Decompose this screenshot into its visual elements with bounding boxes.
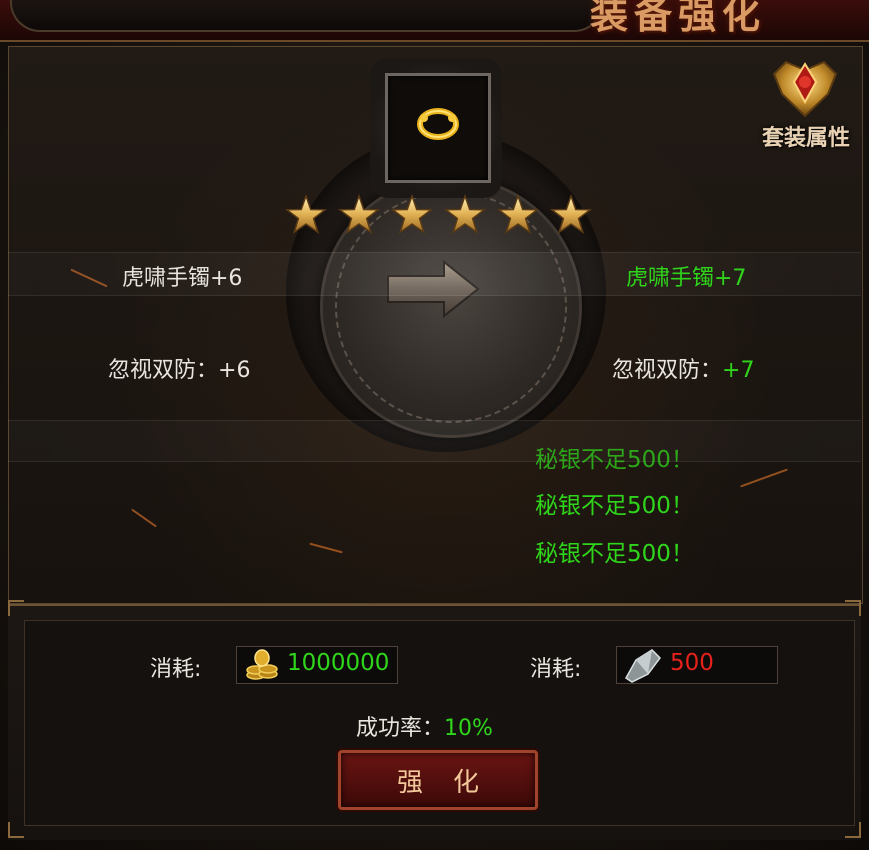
star-icon	[443, 193, 487, 235]
mithril-ore-icon	[625, 649, 661, 683]
next-item-name: 虎啸手镯+7	[626, 266, 747, 291]
warning-message: 秘银不足500！	[535, 541, 694, 567]
ember-spark	[740, 468, 788, 488]
star-icon	[337, 193, 381, 235]
divider-row	[8, 420, 861, 462]
mithril-cost-value: 500	[670, 650, 714, 676]
strengthen-button[interactable]: 强化	[338, 750, 538, 810]
ember-spark	[131, 508, 157, 528]
star-rating	[284, 193, 593, 235]
current-item-name: 虎啸手镯+6	[122, 266, 243, 291]
success-rate: 成功率：10%	[356, 710, 493, 742]
gold-cost-value: 1000000	[287, 650, 390, 676]
next-stat-label: 忽视双防：	[612, 358, 723, 383]
star-icon	[549, 193, 593, 235]
current-stat-value: +6	[218, 358, 251, 383]
gold-cost-label: 消耗:	[150, 657, 202, 682]
panel-corner	[8, 822, 24, 838]
star-icon	[390, 193, 434, 235]
current-stat: 忽视双防：+6	[108, 352, 250, 384]
panel-corner	[8, 600, 24, 616]
warning-message: 秘银不足500！	[535, 493, 694, 519]
medal-icon[interactable]	[766, 54, 844, 124]
panel-corner	[845, 600, 861, 616]
star-icon	[496, 193, 540, 235]
warning-message: 秘银不足500！	[535, 447, 694, 473]
success-rate-value: 10%	[444, 716, 493, 741]
title-bar-cap	[10, 0, 604, 32]
next-stat-value: +7	[722, 358, 755, 383]
next-stat: 忽视双防：+7	[612, 352, 754, 384]
star-icon	[284, 193, 328, 235]
suit-attributes-button[interactable]: 套装属性	[762, 120, 850, 152]
success-rate-label: 成功率：	[356, 716, 445, 741]
current-stat-label: 忽视双防：	[108, 358, 219, 383]
panel-corner	[845, 822, 861, 838]
golden-ring-icon	[417, 108, 459, 140]
ember-spark	[309, 542, 343, 554]
mithril-cost-label: 消耗:	[530, 657, 582, 682]
page-title: 装备强化	[590, 0, 767, 37]
gold-coins-icon	[246, 649, 278, 680]
